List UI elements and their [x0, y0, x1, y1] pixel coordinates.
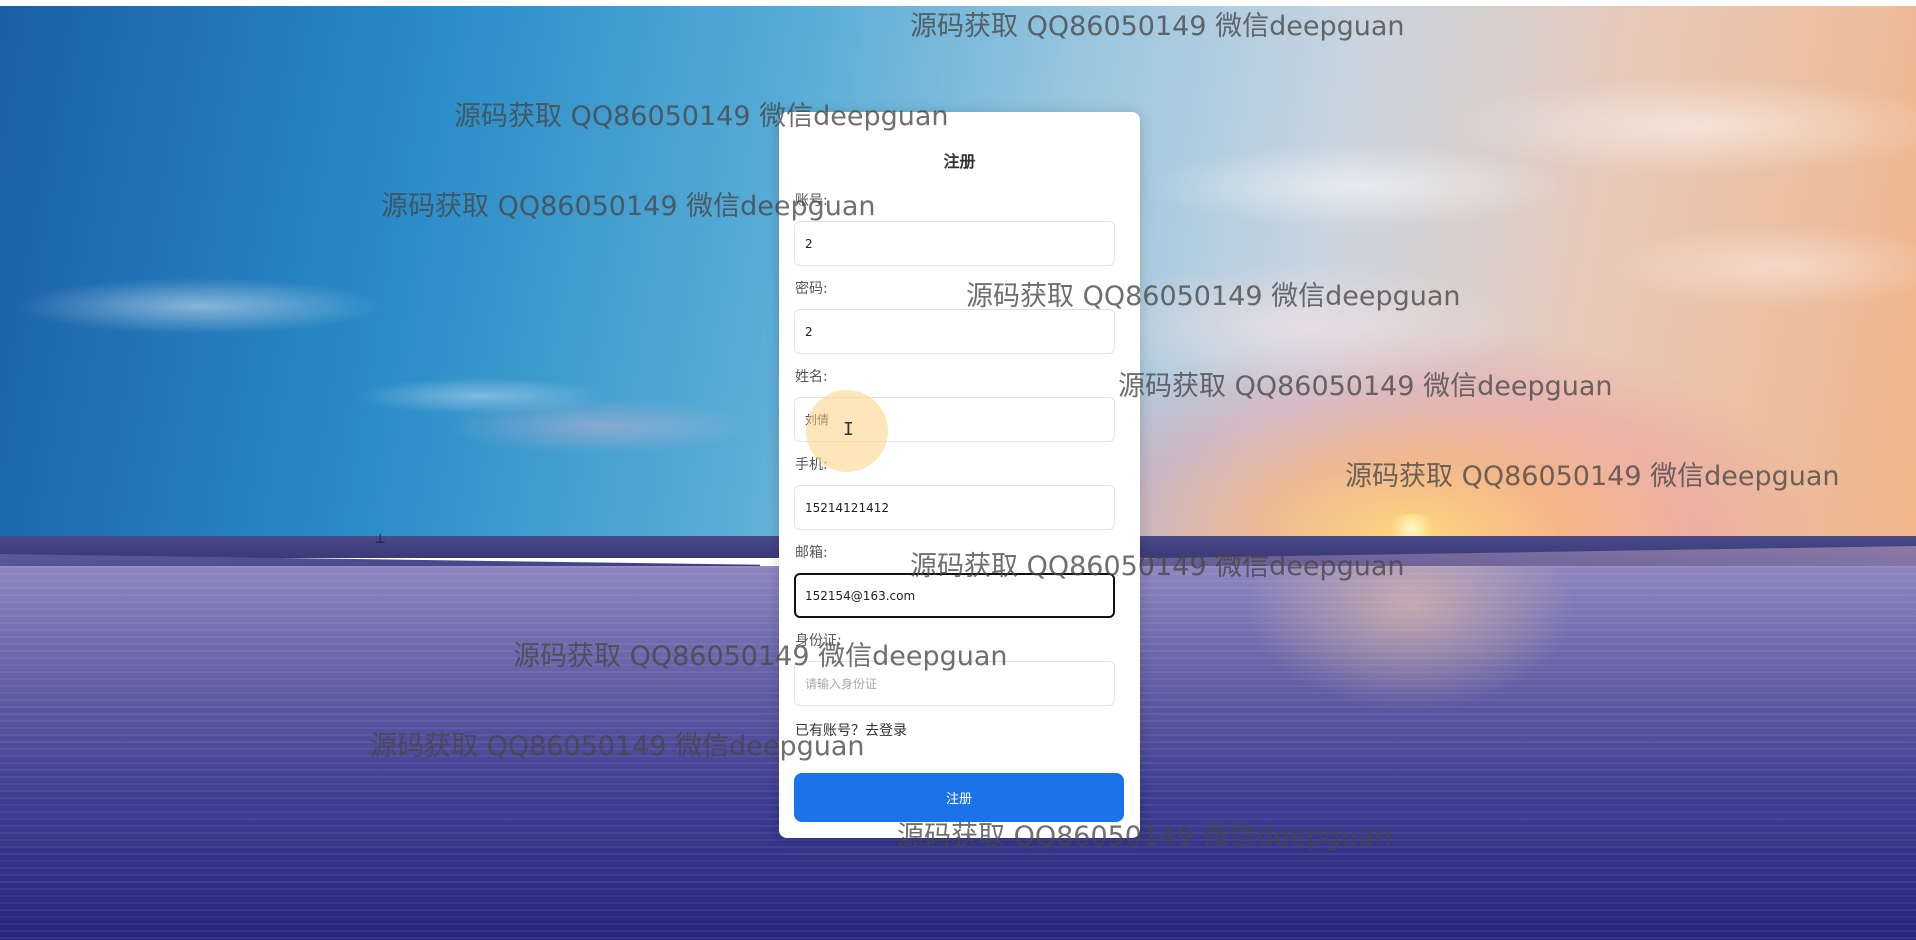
register-button[interactable]: 注册	[794, 773, 1124, 822]
go-login-link[interactable]: 已有账号？去登录	[795, 720, 907, 740]
email-label: 邮箱:	[795, 545, 828, 561]
password-label: 密码:	[795, 281, 828, 297]
phone-input[interactable]	[794, 485, 1115, 530]
phone-label: 手机:	[795, 457, 828, 473]
account-input[interactable]	[794, 221, 1115, 266]
pylon-icon: ┴	[376, 535, 385, 551]
text-cursor-icon: I	[843, 419, 854, 440]
page-title: 注册	[943, 152, 976, 171]
account-label: 账号:	[795, 193, 828, 209]
email-input[interactable]	[794, 573, 1115, 618]
id-card-input[interactable]	[794, 661, 1115, 706]
password-input[interactable]	[794, 309, 1115, 354]
register-card: 注册 账号: 密码: 姓名: 手机: 邮箱: 身份证: 已有账号？去登录 注册	[779, 112, 1140, 838]
id-card-label: 身份证:	[795, 633, 842, 649]
name-label: 姓名:	[795, 369, 828, 385]
page: ┴ 注册 账号: 密码: 姓名: 手机: 邮箱: 身份证: 已有账号？去登录 注…	[0, 0, 1916, 940]
